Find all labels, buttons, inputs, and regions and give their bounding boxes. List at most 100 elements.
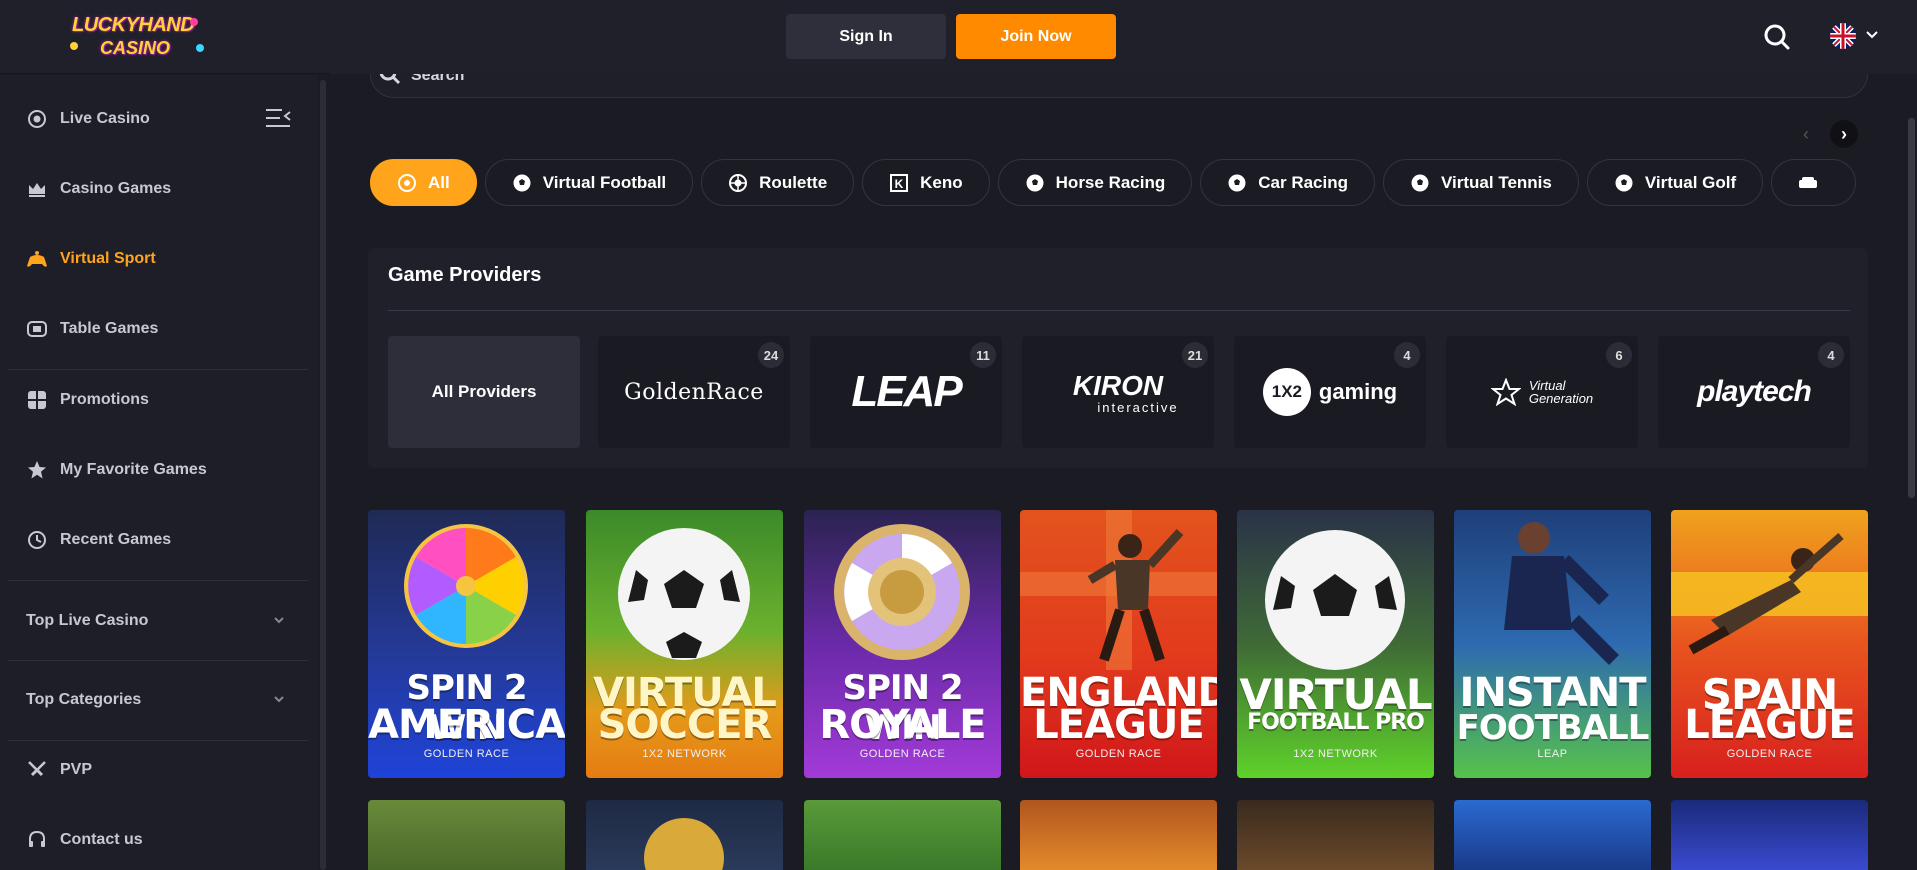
sidebar-item-top-categories[interactable]: Top Categories [8,672,308,728]
sidebar-item-virtual-sport[interactable]: Virtual Sport [8,231,308,287]
game-card[interactable] [1454,800,1651,870]
sidebar-item-contact-us[interactable]: Contact us [8,812,308,868]
category-chip-roulette[interactable]: Roulette [701,159,855,206]
sidebar-item-top-live-casino[interactable]: Top Live Casino [8,593,308,649]
provider-count: 4 [1394,342,1420,368]
chevron-down-icon[interactable] [1864,26,1880,42]
category-next-button[interactable]: › [1830,120,1858,148]
game-card[interactable] [586,800,783,870]
game-providers-panel: Game Providers All Providers GoldenRace … [368,248,1868,468]
sidebar-item-table-games[interactable]: Table Games [8,301,308,357]
category-chip-keno[interactable]: K Keno [862,159,990,206]
sidebar-item-label: PVP [60,761,93,778]
provider-logo-sub: Generation [1528,391,1594,406]
provider-count: 24 [758,342,784,368]
sign-in-button[interactable]: Sign In [786,14,946,59]
crown-icon [26,178,48,200]
sidebar-item-label: Top Categories [26,691,142,708]
swords-icon [26,759,48,781]
provider-logo: playtech [1697,375,1812,408]
soccer-ball-icon [618,528,750,660]
provider-goldenrace[interactable]: GoldenRace 24 [598,336,790,448]
provider-count: 4 [1818,342,1844,368]
sidebar-item-pvp[interactable]: PVP [8,742,308,798]
game-card[interactable] [804,800,1001,870]
join-now-button[interactable]: Join Now [956,14,1116,59]
site-logo[interactable]: LUCKYHAND CASINO [68,8,208,66]
chip-label: All [428,172,450,192]
provider-logo: GoldenRace [624,379,764,405]
live-casino-icon [26,108,48,130]
sidebar-item-label: Casino Games [60,180,172,197]
sidebar-item-promotions[interactable]: Promotions [8,372,308,428]
game-card[interactable]: ENGLAND LEAGUE GOLDEN RACE [1020,510,1217,778]
game-title-line2: AMERICAN [368,702,565,748]
clock-icon [26,529,48,551]
logo-text-bottom: CASINO [100,38,171,58]
game-card[interactable]: VIRTUAL FOOTBALL PRO 1X2 NETWORK [1237,510,1434,778]
provider-kiron[interactable]: KIRON interactive 21 [1022,336,1214,448]
gift-icon [26,389,48,411]
football-player-icon [1087,528,1184,662]
category-chip-horse-racing[interactable]: Horse Racing [997,159,1193,206]
sidebar-scrollbar[interactable] [320,80,326,870]
main-scrollbar[interactable] [1908,118,1915,498]
category-chip-virtual-tennis[interactable]: Virtual Tennis [1383,159,1579,206]
providers-title: Game Providers [388,264,542,286]
soccer-ball-icon [512,173,532,193]
sidebar-item-casino-games[interactable]: Casino Games [8,161,308,217]
provider-playtech[interactable]: playtech 4 [1658,336,1850,448]
provider-logo-badge: 1X2 [1262,368,1311,416]
star-icon [1490,378,1521,406]
game-card[interactable]: SPIN 2 WIN AMERICAN GOLDEN RACE [368,510,565,778]
sidebar-item-label: My Favorite Games [60,461,207,478]
uk-flag-icon[interactable] [1830,23,1856,49]
game-card[interactable]: SPIN 2 WIN ROYALE GOLDEN RACE [804,510,1001,778]
game-card[interactable] [1237,800,1434,870]
chip-label: Keno [920,172,963,192]
game-title-line2: LEAGUE [1033,702,1204,748]
ball-icon [397,173,417,193]
svg-text:K: K [895,177,904,191]
provider-virtual-generation[interactable]: Virtual Generation 6 [1446,336,1638,448]
sidebar-item-favorite-games[interactable]: My Favorite Games [8,442,308,498]
game-card[interactable] [1020,800,1217,870]
provider-1x2-gaming[interactable]: 1X2 gaming 4 [1234,336,1426,448]
table-games-icon [26,318,48,340]
chip-label: Virtual Tennis [1441,172,1552,192]
category-chip-all[interactable]: All [370,159,477,206]
chip-label: Car Racing [1258,172,1348,192]
category-chip-more[interactable] [1771,159,1857,206]
soccer-ball-icon [1265,530,1405,670]
soccer-ball-icon [1227,173,1247,193]
category-chip-virtual-golf[interactable]: Virtual Golf [1586,159,1764,206]
category-chip-car-racing[interactable]: Car Racing [1200,159,1375,206]
sidebar-item-live-casino[interactable]: Live Casino [8,91,308,147]
search-icon[interactable] [1762,22,1792,52]
sidebar-item-label: Virtual Sport [60,250,156,267]
game-card[interactable]: VIRTUAL SOCCER 1X2 NETWORK [586,510,783,778]
chevron-down-icon [274,617,284,624]
sidebar-item-recent-games[interactable]: Recent Games [8,512,308,568]
chip-label: Virtual Football [542,172,667,192]
soccer-ball-icon [1025,173,1045,193]
sidebar-divider [8,580,308,581]
category-chip-virtual-football[interactable]: Virtual Football [484,159,694,206]
game-card[interactable]: SPAIN LEAGUE GOLDEN RACE [1671,510,1868,778]
car-icon [1798,173,1818,193]
roulette-icon [728,173,748,193]
soccer-ball-icon [1410,173,1430,193]
game-card[interactable]: INSTANT FOOTBALL LEAP [1454,510,1651,778]
provider-count: 21 [1182,342,1208,368]
chip-label: Roulette [759,172,828,192]
gamepad-icon [26,248,48,270]
provider-all[interactable]: All Providers [388,336,580,448]
category-chips: All Virtual Football Roulette K Keno Horse Ra… [370,159,1868,207]
game-card[interactable] [1671,800,1868,870]
sidebar-item-label: Promotions [60,391,149,408]
chip-label: Horse Racing [1055,172,1166,192]
category-prev-button[interactable]: ‹ [1792,120,1820,148]
providers-divider [388,310,1850,311]
provider-leap[interactable]: LEAP 11 [810,336,1002,448]
game-card[interactable] [368,800,565,870]
